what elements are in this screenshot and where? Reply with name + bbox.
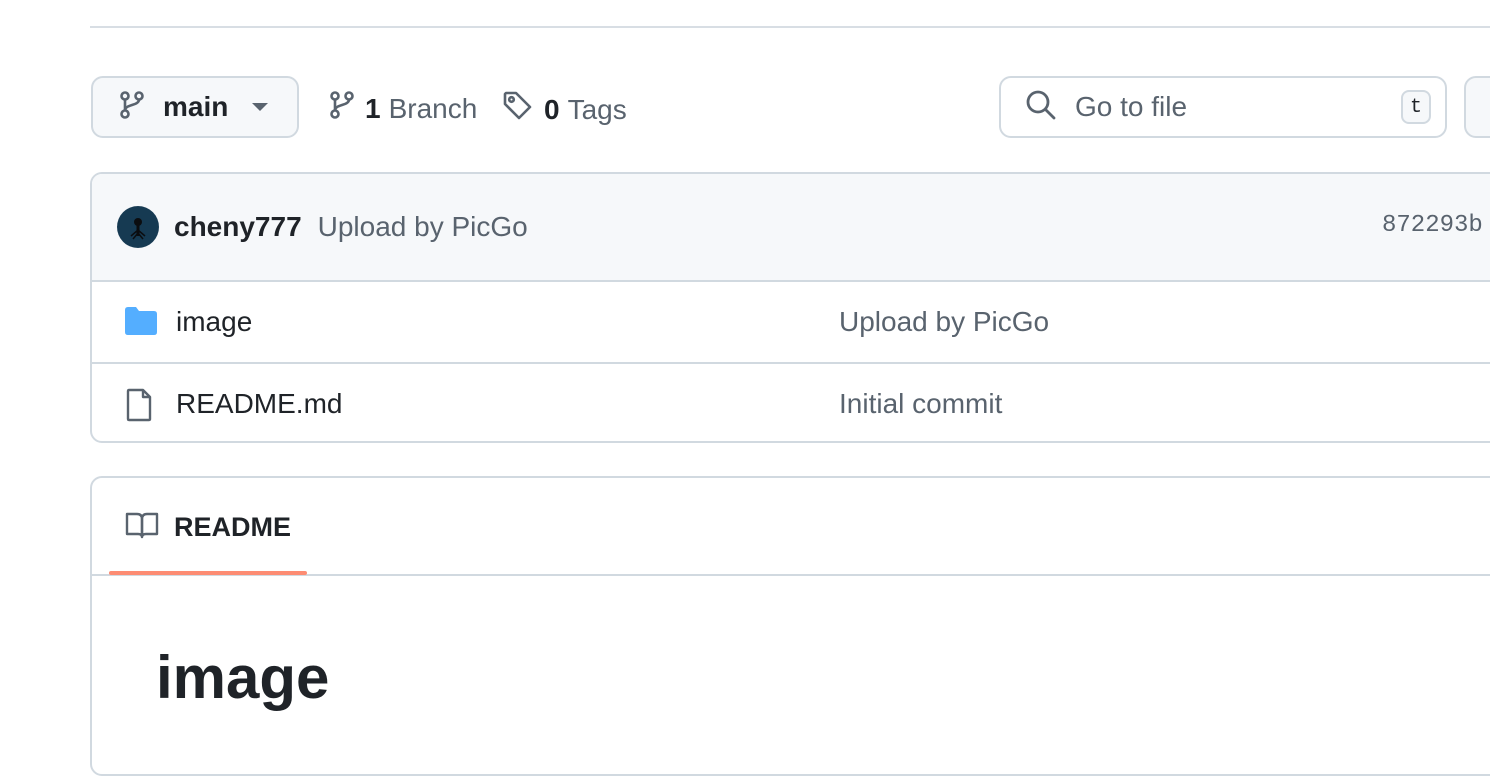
top-divider [90,26,1490,28]
commit-sha-link[interactable]: 872293b [1382,212,1483,239]
readme-tab-label: README [174,512,292,542]
list-item[interactable]: image Upload by PicGo [92,282,1490,362]
current-branch-name: main [163,91,229,122]
list-item[interactable]: README.md Initial commit [92,362,1490,441]
file-commit-message-link[interactable]: Initial commit [839,388,1002,420]
readme-heading: image [156,644,330,711]
go-to-file-input[interactable] [1073,90,1377,124]
tag-label: Tags [567,93,627,125]
commit-author-link[interactable]: cheny777 [174,211,302,243]
git-branch-icon [119,90,145,125]
git-branch-icon [329,90,355,127]
tag-count: 0 [544,93,560,125]
file-table: cheny777 Upload by PicGo 872293b image U… [90,172,1490,443]
readme-tab-bar: README [92,478,1490,576]
file-name-link[interactable]: image [176,306,252,338]
keyboard-shortcut-hint: t [1401,90,1431,124]
chevron-down-icon [252,103,269,111]
file-icon [124,388,154,427]
go-to-file-search[interactable]: t [999,76,1447,138]
tags-link[interactable]: 0 Tags [502,90,627,129]
commit-message-link[interactable]: Upload by PicGo [318,211,528,243]
folder-icon [124,306,158,341]
tab-readme[interactable]: README [109,478,307,575]
add-file-button[interactable] [1464,76,1490,138]
file-name-link[interactable]: README.md [176,388,342,420]
active-tab-indicator [109,571,307,575]
branch-label: Branch [388,92,478,124]
readme-panel: README image [90,476,1490,776]
avatar[interactable] [117,206,159,248]
branches-link[interactable]: 1 Branch [329,90,477,127]
file-commit-message-link[interactable]: Upload by PicGo [839,306,1049,338]
branch-selector-button[interactable]: main [91,76,299,138]
branch-count: 1 [365,92,381,124]
search-icon [1025,89,1057,126]
book-icon [125,511,159,544]
tag-icon [502,90,534,129]
latest-commit-row: cheny777 Upload by PicGo 872293b [92,174,1490,282]
